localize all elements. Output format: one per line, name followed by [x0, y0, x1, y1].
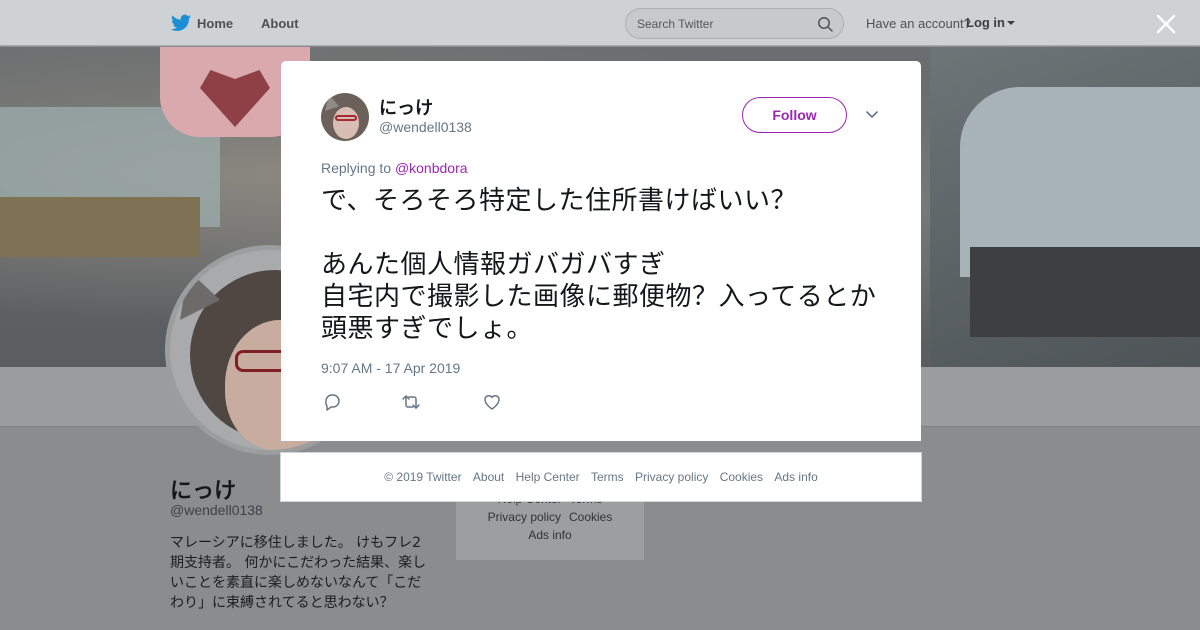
- footer-help-center-link[interactable]: Help Center: [516, 470, 580, 484]
- heart-icon[interactable]: [482, 392, 502, 412]
- footer-terms-link[interactable]: Terms: [591, 470, 624, 484]
- profile-name: にっけ: [170, 478, 237, 503]
- login-dropdown-caret-icon[interactable]: [1007, 21, 1015, 25]
- chevron-down-icon[interactable]: [865, 109, 879, 121]
- replying-handle-link[interactable]: @konbdora: [395, 160, 468, 176]
- profile-handle[interactable]: @wendell0138: [170, 502, 263, 518]
- search-box[interactable]: [625, 8, 844, 39]
- nav-home-link[interactable]: Home: [197, 16, 233, 31]
- side-link-ads-info[interactable]: Ads info: [528, 528, 571, 542]
- login-link[interactable]: Log in: [966, 15, 1005, 30]
- tweet-timestamp[interactable]: 9:07 AM - 17 Apr 2019: [321, 360, 460, 376]
- footer-ads-info-link[interactable]: Ads info: [774, 470, 817, 484]
- search-input[interactable]: [637, 16, 807, 32]
- modal-footer: © 2019 Twitter About Help Center Terms P…: [280, 452, 922, 502]
- twitter-bird-icon[interactable]: [171, 14, 191, 32]
- footer-privacy-link[interactable]: Privacy policy: [635, 470, 708, 484]
- top-navigation-bar: Home About Have an account? Log in: [0, 0, 1200, 46]
- search-icon[interactable]: [817, 16, 833, 32]
- author-avatar[interactable]: [321, 93, 369, 141]
- tweet-text: で、そろそろ特定した住所書けばいい？ あんた個人情報ガバガバすぎ 自宅内で撮影し…: [321, 186, 877, 344]
- author-handle[interactable]: @wendell0138: [379, 119, 472, 135]
- profile-bio: マレーシアに移住しました。 けもフレ2期支持者。 何かにこだわった結果、楽しいこ…: [170, 535, 427, 611]
- replying-to: Replying to @konbdora: [321, 160, 468, 176]
- account-prompt: Have an account?: [866, 16, 971, 31]
- side-link-privacy[interactable]: Privacy policy: [488, 510, 561, 524]
- reply-icon[interactable]: [322, 392, 342, 412]
- nav-about-link[interactable]: About: [261, 16, 299, 31]
- replying-prefix: Replying to: [321, 160, 392, 176]
- tweet-modal: にっけ @wendell0138 Follow Replying to @kon…: [281, 61, 921, 441]
- footer-cookies-link[interactable]: Cookies: [720, 470, 763, 484]
- follow-button[interactable]: Follow: [742, 97, 847, 133]
- footer-copyright: © 2019 Twitter: [384, 470, 462, 484]
- retweet-icon[interactable]: [401, 392, 421, 412]
- author-name[interactable]: にっけ: [379, 94, 433, 120]
- side-link-cookies[interactable]: Cookies: [569, 510, 612, 524]
- close-icon[interactable]: [1156, 14, 1176, 34]
- footer-about-link[interactable]: About: [473, 470, 504, 484]
